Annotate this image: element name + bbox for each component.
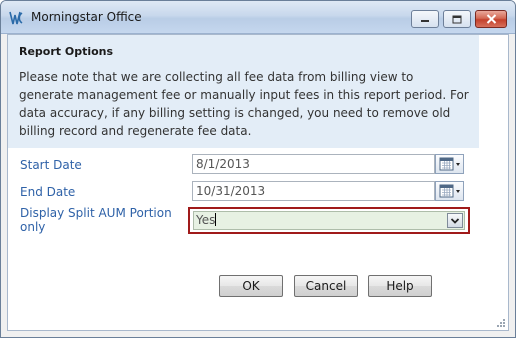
split-aum-dropdown-button[interactable] (447, 213, 463, 228)
split-aum-select[interactable]: Yes (193, 211, 465, 230)
split-aum-label: Display Split AUM Portion only (20, 206, 172, 234)
maximize-icon (452, 15, 462, 23)
split-aum-highlight: Yes (188, 207, 470, 234)
dialog-window: Morningstar Office Report Options Please… (0, 0, 516, 338)
info-title: Report Options (19, 45, 114, 58)
calendar-icon (439, 184, 460, 198)
close-icon (486, 14, 496, 24)
title-bar[interactable]: Morningstar Office (1, 1, 515, 34)
info-text: Please note that we are collecting all f… (19, 70, 469, 138)
cancel-button[interactable]: Cancel (294, 275, 358, 297)
end-date-label: End Date (20, 185, 76, 199)
text-caret (215, 213, 217, 226)
start-date-field[interactable]: 8/1/2013 (192, 154, 435, 174)
ok-button[interactable]: OK (219, 275, 283, 297)
calendar-icon (439, 157, 460, 171)
close-button[interactable] (475, 10, 507, 28)
dialog-content: Report Options Please note that we are c… (7, 34, 509, 331)
window-title: Morningstar Office (31, 10, 142, 24)
end-date-calendar-button[interactable] (435, 181, 464, 201)
minimize-icon (421, 20, 429, 22)
info-panel: Report Options Please note that we are c… (8, 35, 479, 148)
morningstar-logo-icon (9, 11, 23, 25)
help-button[interactable]: Help (368, 275, 432, 297)
split-aum-value: Yes (196, 213, 216, 227)
start-date-label: Start Date (20, 158, 82, 172)
start-date-calendar-button[interactable] (435, 154, 464, 174)
end-date-field[interactable]: 10/31/2013 (192, 181, 435, 201)
chevron-down-icon (450, 217, 460, 224)
minimize-button[interactable] (411, 10, 439, 28)
resize-grip-icon[interactable] (496, 318, 506, 328)
maximize-button[interactable] (443, 10, 471, 28)
